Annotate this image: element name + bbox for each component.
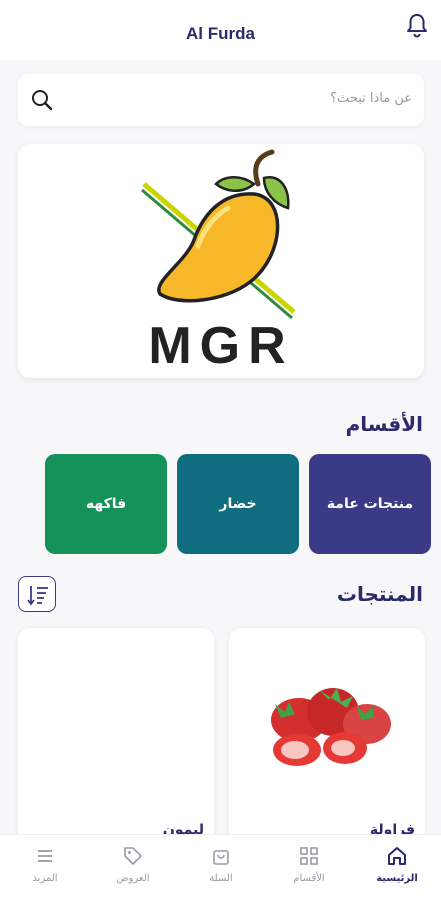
sort-icon	[27, 586, 48, 606]
category-vegetables[interactable]: خضار	[177, 454, 299, 554]
search-placeholder: عن ماذا تبحث؟	[330, 91, 412, 106]
tab-label: الأقسام	[293, 873, 325, 884]
product-card[interactable]: فراولة	[229, 628, 425, 858]
category-label: فاكهه	[85, 496, 127, 512]
sort-button[interactable]	[18, 576, 56, 612]
tab-offers[interactable]: العروض	[89, 845, 177, 884]
products-title: المنتجات	[336, 582, 423, 606]
category-general-products[interactable]: منتجات عامة	[309, 454, 431, 554]
tab-label: العروض	[116, 873, 150, 884]
tab-home[interactable]: الرئيسية	[353, 845, 441, 884]
bell-icon[interactable]	[405, 12, 429, 40]
tab-label: السلة	[209, 873, 233, 884]
category-label: منتجات عامة	[326, 496, 414, 512]
product-card[interactable]: ليمون	[18, 628, 214, 858]
grid-icon	[300, 847, 318, 865]
category-label: خضار	[219, 496, 257, 512]
tab-more[interactable]: المزيد	[1, 845, 89, 884]
tab-label: المزيد	[32, 873, 58, 884]
app-header: Al Furda	[0, 0, 441, 60]
category-fruits[interactable]: فاكهه	[45, 454, 167, 554]
promo-banner[interactable]: MGR	[18, 144, 424, 378]
strawberry-image	[271, 688, 391, 766]
search-bar[interactable]: عن ماذا تبحث؟	[18, 74, 424, 126]
bag-icon	[213, 850, 229, 865]
tag-icon	[124, 847, 142, 865]
home-icon	[388, 847, 406, 865]
menu-icon	[38, 850, 52, 862]
tab-cart[interactable]: السلة	[177, 845, 265, 884]
tab-label: الرئيسية	[376, 873, 418, 884]
brand-text: MGR	[148, 317, 294, 375]
tab-categories[interactable]: الأقسام	[265, 845, 353, 884]
categories-title: الأقسام	[345, 412, 423, 436]
bottom-tab-bar: الرئيسية الأقسام السلة العروض المزيد	[0, 834, 441, 900]
app-title: Al Furda	[186, 24, 255, 43]
search-icon	[32, 90, 53, 111]
